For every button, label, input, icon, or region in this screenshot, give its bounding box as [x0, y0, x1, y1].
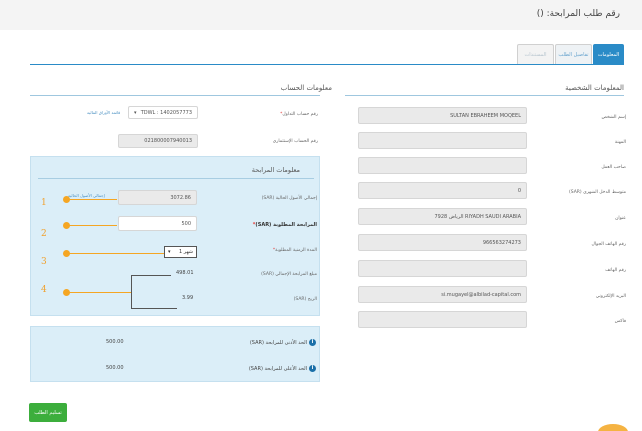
- step-line-2: [67, 225, 117, 226]
- tab-label: تفاصيل الطلب: [558, 51, 589, 58]
- personal-section-title: المعلومات الشخصية: [565, 84, 624, 92]
- submit-request-button[interactable]: تسليم الطلب: [29, 403, 67, 422]
- info-icon[interactable]: i: [309, 365, 316, 372]
- duration-label: المدة الزمنية المطلوبة*: [272, 248, 317, 253]
- trading-account-value: TDWL : 1402057773: [140, 109, 192, 116]
- tab-information[interactable]: المعلومات: [593, 44, 624, 64]
- result-bracket: [131, 275, 132, 309]
- duration-select[interactable]: ▾ 1 شهر: [164, 246, 197, 258]
- income-label: متوسط الدخل الشهري (SAR): [569, 190, 626, 195]
- tab-label: المعلومات: [597, 51, 620, 58]
- max-limit-row: iالحد الأعلى للمرابحة (SAR): [249, 365, 316, 372]
- total-assets-link[interactable]: إجمالي الأصول الحالية: [68, 193, 105, 198]
- address-label: عنوان: [615, 216, 626, 221]
- profession-field[interactable]: [358, 132, 527, 149]
- tab-label: المستندات: [524, 51, 547, 58]
- investment-account-label: رقم الحساب الإستثماري: [272, 139, 318, 144]
- account-section-divider: [30, 95, 320, 96]
- murabaha-section-title: معلومات المرابحة: [251, 166, 300, 174]
- account-section-title: معلومات الحساب: [280, 84, 332, 92]
- step-number-1: 1: [41, 198, 47, 208]
- murabaha-divider: [38, 178, 314, 179]
- tab-documents[interactable]: المستندات: [517, 44, 554, 64]
- total-amount-label: مبلغ المرابحة الإجمالي (SAR): [261, 272, 317, 277]
- step-line-4: [67, 292, 131, 293]
- name-label: إسم الشخص: [601, 115, 627, 120]
- investment-account-field[interactable]: 021800007940013: [118, 134, 198, 148]
- total-amount-value: 498.01: [176, 270, 194, 276]
- income-field[interactable]: 0: [358, 182, 527, 199]
- step-number-3: 3: [41, 257, 47, 267]
- profession-label: المهنة: [614, 140, 626, 145]
- total-assets-label: إجمالي الأصول الحالية (SAR): [261, 196, 317, 201]
- limits-panel: [30, 326, 320, 382]
- chevron-down-icon: ▾: [168, 249, 171, 255]
- step-number-4: 4: [41, 285, 47, 295]
- profit-label: الربح (SAR): [293, 297, 317, 302]
- trading-account-select[interactable]: ▾ TDWL : 1402057773: [128, 106, 198, 119]
- mobile-field[interactable]: 966563274273: [358, 234, 527, 251]
- min-limit-value: 500.00: [106, 339, 124, 345]
- personal-section-divider: [345, 95, 624, 96]
- total-assets-field[interactable]: 3072.86: [118, 190, 197, 205]
- tab-divider: [30, 64, 624, 65]
- fax-label: فاكس: [614, 319, 626, 324]
- fax-field[interactable]: [358, 311, 527, 328]
- max-limit-value: 500.00: [106, 365, 124, 371]
- securities-list-link[interactable]: قائمة الأوراق المالية: [87, 110, 120, 115]
- profit-value: 3.99: [182, 295, 194, 301]
- email-field[interactable]: si.mugayel@albilad-capital.com: [358, 286, 527, 303]
- requested-amount-input[interactable]: 500: [118, 216, 197, 231]
- info-icon[interactable]: i: [309, 339, 316, 346]
- step-line-1: [67, 199, 117, 200]
- requested-amount-label: المرابحة المطلوبة (SAR)*: [252, 222, 317, 228]
- name-field[interactable]: SULTAN EBRAHEEM MOQEEL: [358, 107, 527, 124]
- step-line-3: [67, 253, 164, 254]
- email-label: البريد الإلكتروني: [595, 294, 626, 299]
- chevron-down-icon: ▾: [134, 109, 137, 116]
- employer-label: صاحب العمل: [601, 165, 626, 170]
- step-number-2: 2: [41, 229, 47, 239]
- employer-field[interactable]: [358, 157, 527, 174]
- phone-field[interactable]: [358, 260, 527, 277]
- corner-decoration: [598, 424, 628, 431]
- page-title: رقم طلب المرابحة: (): [536, 9, 620, 19]
- result-bracket-bottom: [131, 308, 177, 309]
- tab-request-details[interactable]: تفاصيل الطلب: [555, 44, 592, 64]
- max-limit-label: الحد الأعلى للمرابحة (SAR): [248, 366, 307, 372]
- result-bracket-top: [131, 275, 171, 276]
- min-limit-label: الحد الأدنى للمرابحة (SAR): [249, 340, 307, 346]
- trading-account-label: رقم حساب التداول*: [280, 112, 318, 117]
- address-field[interactable]: 7928 الرياض RIYADH SAUDI ARABIA: [358, 208, 527, 225]
- min-limit-row: iالحد الأدنى للمرابحة (SAR): [250, 339, 316, 346]
- phone-label: رقم الهاتف: [605, 268, 626, 273]
- mobile-label: رقم الهاتف الجوال: [591, 242, 626, 247]
- duration-value: 1 شهر: [178, 249, 193, 255]
